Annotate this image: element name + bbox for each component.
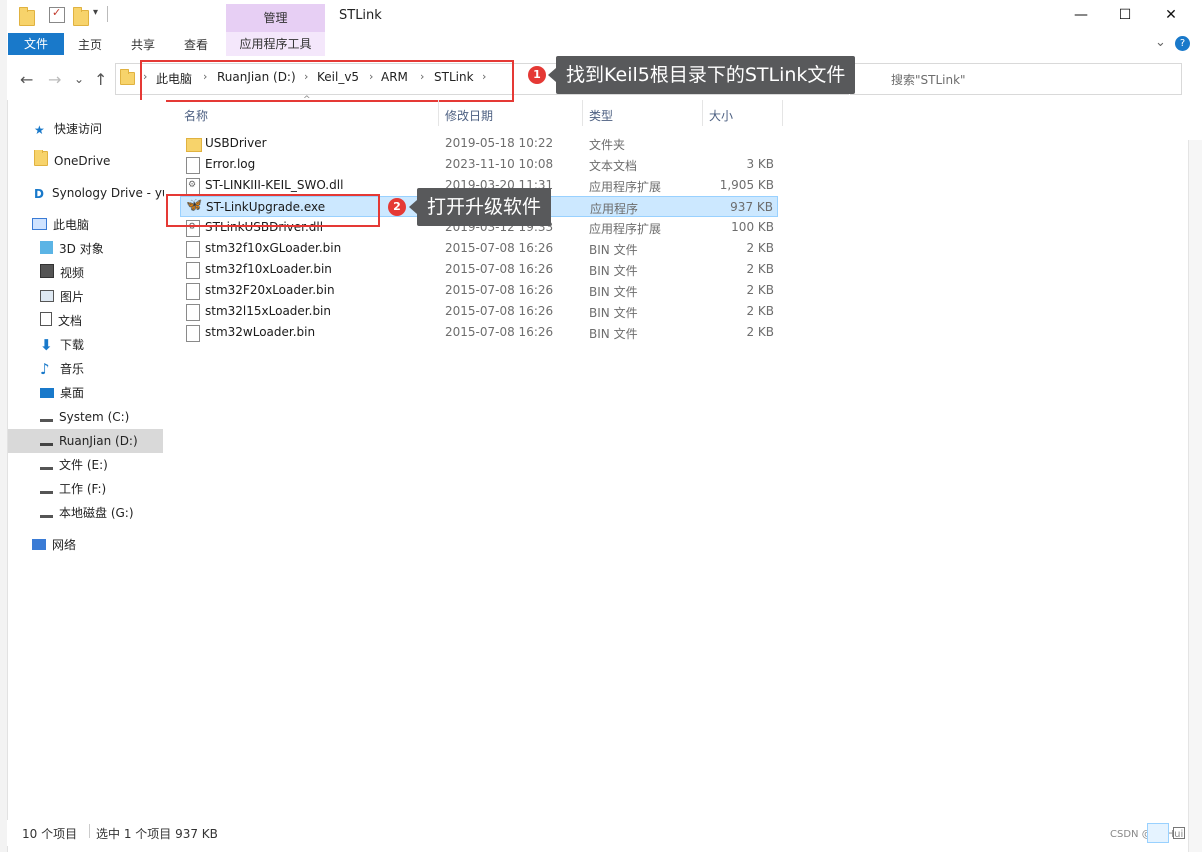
column-header-name[interactable]: 名称 xyxy=(184,107,208,124)
sidebar-item-this-pc[interactable]: 此电脑 xyxy=(32,214,89,236)
sidebar-item-3d-objects[interactable]: 3D 对象 xyxy=(40,238,104,260)
sidebar-item-documents[interactable]: 文档 xyxy=(40,310,82,332)
help-icon[interactable]: ? xyxy=(1175,36,1190,51)
back-button[interactable]: ← xyxy=(20,70,33,89)
tab-file[interactable]: 文件 xyxy=(8,33,64,55)
text-file-icon xyxy=(186,157,200,174)
file-row-usbdriver[interactable]: USBDriver 2019-05-18 10:22 文件夹 xyxy=(180,133,778,154)
annotation-step2-callout: 打开升级软件 xyxy=(408,188,552,226)
tab-view[interactable]: 查看 xyxy=(184,36,208,53)
properties-icon[interactable]: ✓ xyxy=(49,6,65,23)
file-row-f20x-loader[interactable]: stm32F20xLoader.bin 2015-07-08 16:26 BIN… xyxy=(180,280,778,301)
tab-app-tools[interactable]: 应用程序工具 xyxy=(226,32,325,56)
sidebar-item-pictures[interactable]: 图片 xyxy=(40,286,84,308)
sidebar-item-drive-f[interactable]: 工作 (F:) xyxy=(40,478,106,500)
annotation-box-address xyxy=(140,60,514,102)
drive-icon xyxy=(40,437,53,446)
sidebar-item-drive-g[interactable]: 本地磁盘 (G:) xyxy=(40,502,134,524)
sort-ascending-icon: ^ xyxy=(303,95,311,105)
column-divider[interactable] xyxy=(782,100,783,126)
sidebar-item-onedrive[interactable]: OneDrive xyxy=(34,150,110,172)
new-folder-icon[interactable] xyxy=(73,7,89,26)
bin-file-icon xyxy=(186,325,200,342)
title-bar: ✓ ▾ xyxy=(7,0,1188,32)
selection-info: 选中 1 个项目 937 KB xyxy=(96,827,218,841)
sidebar-item-quick-access[interactable]: ★ 快速访问 xyxy=(34,118,102,140)
file-row-l15x-loader[interactable]: stm32l15xLoader.bin 2015-07-08 16:26 BIN… xyxy=(180,301,778,322)
quick-access-dropdown-icon[interactable]: ▾ xyxy=(93,7,98,18)
annotation-step1-number: 1 xyxy=(528,66,546,84)
folder-icon xyxy=(120,69,135,85)
annotation-box-upgrade-exe xyxy=(166,194,380,227)
network-icon xyxy=(32,539,46,550)
column-divider[interactable] xyxy=(702,100,703,126)
forward-button[interactable]: → xyxy=(48,70,61,89)
search-input[interactable]: 搜索"STLink" xyxy=(891,71,966,88)
drive-icon xyxy=(40,509,53,518)
bin-file-icon xyxy=(186,283,200,300)
divider xyxy=(107,6,108,22)
window-left-edge xyxy=(0,0,8,852)
item-count: 10 个项目 xyxy=(22,827,78,841)
drive-icon xyxy=(40,485,53,494)
window-right-edge xyxy=(1188,140,1202,852)
sidebar-item-downloads[interactable]: ⬇ 下载 xyxy=(40,334,84,356)
synology-drive-icon: D xyxy=(34,187,44,201)
folder-icon xyxy=(186,138,202,152)
context-tab-manage[interactable]: 管理 xyxy=(226,4,325,32)
sidebar-item-synology[interactable]: D Synology Drive - yu xyxy=(34,182,164,204)
dll-file-icon xyxy=(186,178,200,195)
file-row-w-loader[interactable]: stm32wLoader.bin 2015-07-08 16:26 BIN 文件… xyxy=(180,322,778,343)
sidebar-item-drive-c[interactable]: System (C:) xyxy=(40,406,129,428)
bin-file-icon xyxy=(186,304,200,321)
column-header-type[interactable]: 类型 xyxy=(589,107,613,124)
details-view-icon[interactable] xyxy=(1147,823,1169,843)
bin-file-icon xyxy=(186,241,200,258)
music-note-icon: ♪ xyxy=(40,360,50,378)
drive-icon xyxy=(40,413,53,422)
maximize-button[interactable]: ☐ xyxy=(1102,0,1148,30)
recent-locations-icon[interactable]: ⌄ xyxy=(74,72,84,86)
file-row-error-log[interactable]: Error.log 2023-11-10 10:08 文本文档 3 KB xyxy=(180,154,778,175)
sidebar-item-network[interactable]: 网络 xyxy=(32,534,76,556)
tab-home[interactable]: 主页 xyxy=(78,36,102,53)
folder-icon xyxy=(34,150,48,166)
window-title: STLink xyxy=(339,8,382,23)
sidebar-item-videos[interactable]: 视频 xyxy=(40,262,84,284)
star-icon: ★ xyxy=(34,123,45,137)
computer-icon xyxy=(32,218,47,230)
ribbon-collapse-icon[interactable]: ⌄ xyxy=(1155,35,1166,50)
column-divider[interactable] xyxy=(438,100,439,126)
file-row-f10x-loader[interactable]: stm32f10xLoader.bin 2015-07-08 16:26 BIN… xyxy=(180,259,778,280)
close-button[interactable]: ✕ xyxy=(1148,0,1194,30)
sidebar-item-music[interactable]: ♪ 音乐 xyxy=(40,358,84,380)
film-icon xyxy=(40,264,54,278)
tab-share[interactable]: 共享 xyxy=(131,36,155,53)
column-header-size[interactable]: 大小 xyxy=(709,107,733,124)
annotation-step2-number: 2 xyxy=(388,198,406,216)
drive-icon xyxy=(40,461,53,470)
file-row-f10xg-loader[interactable]: stm32f10xGLoader.bin 2015-07-08 16:26 BI… xyxy=(180,238,778,259)
cube-icon xyxy=(40,241,53,254)
divider xyxy=(89,824,90,838)
up-button[interactable]: ↑ xyxy=(94,70,107,89)
picture-icon xyxy=(40,290,54,302)
minimize-button[interactable]: — xyxy=(1058,0,1104,30)
column-divider[interactable] xyxy=(582,100,583,126)
folder-icon[interactable] xyxy=(19,7,35,26)
annotation-step1-callout: 找到Keil5根目录下的STLink文件 xyxy=(547,56,856,94)
bin-file-icon xyxy=(186,262,200,279)
download-arrow-icon: ⬇ xyxy=(40,336,53,354)
desktop-icon xyxy=(40,388,54,398)
sidebar-item-desktop[interactable]: 桌面 xyxy=(40,382,84,404)
document-icon xyxy=(40,312,52,326)
column-header-date[interactable]: 修改日期 xyxy=(445,107,493,124)
sidebar-item-drive-d[interactable]: RuanJian (D:) xyxy=(40,430,138,452)
large-icons-view-icon[interactable] xyxy=(1170,823,1186,841)
sidebar-item-drive-e[interactable]: 文件 (E:) xyxy=(40,454,108,476)
